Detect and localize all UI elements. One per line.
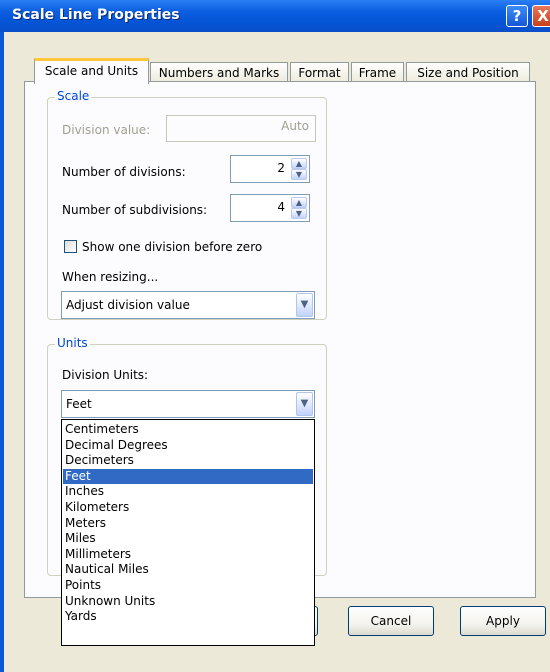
list-item[interactable]: Miles bbox=[63, 531, 313, 547]
number-of-subdivisions-value: 4 bbox=[277, 200, 285, 214]
division-units-dropdown-list[interactable]: Centimeters Decimal Degrees Decimeters F… bbox=[61, 419, 315, 646]
list-item[interactable]: Inches bbox=[63, 484, 313, 500]
number-of-divisions-label: Number of divisions: bbox=[62, 165, 186, 179]
list-item[interactable]: Yards bbox=[63, 609, 313, 625]
division-value-input[interactable]: Auto bbox=[166, 115, 316, 142]
division-units-label: Division Units: bbox=[62, 368, 149, 382]
when-resizing-select[interactable]: Adjust division value ▼ bbox=[61, 291, 315, 319]
list-item[interactable]: Kilometers bbox=[63, 500, 313, 516]
when-resizing-label: When resizing... bbox=[62, 270, 159, 284]
number-of-divisions-value: 2 bbox=[277, 161, 285, 175]
show-one-division-label[interactable]: Show one division before zero bbox=[82, 240, 262, 254]
scale-group-label: Scale bbox=[55, 89, 92, 103]
list-item[interactable]: Unknown Units bbox=[63, 594, 313, 610]
division-value-label: Division value: bbox=[62, 123, 151, 137]
apply-button[interactable]: Apply bbox=[460, 606, 546, 636]
when-resizing-value: Adjust division value bbox=[66, 298, 190, 312]
division-units-select[interactable]: Feet ▼ bbox=[61, 390, 315, 418]
list-item-selected[interactable]: Feet bbox=[63, 468, 313, 485]
divisions-down-icon[interactable]: ▼ bbox=[291, 169, 307, 180]
subdivisions-down-icon[interactable]: ▼ bbox=[291, 208, 307, 219]
window-title: Scale Line Properties bbox=[12, 7, 180, 23]
list-item[interactable]: Nautical Miles bbox=[63, 562, 313, 578]
show-one-division-checkbox[interactable] bbox=[64, 240, 77, 253]
number-of-divisions-stepper[interactable]: 2 ▲ ▼ bbox=[230, 155, 310, 183]
subdivisions-up-icon[interactable]: ▲ bbox=[291, 197, 307, 208]
chevron-down-icon[interactable]: ▼ bbox=[296, 392, 313, 416]
list-item[interactable]: Centimeters bbox=[63, 422, 313, 438]
chevron-down-icon[interactable]: ▼ bbox=[296, 293, 313, 317]
division-units-value: Feet bbox=[66, 397, 92, 411]
number-of-subdivisions-label: Number of subdivisions: bbox=[62, 203, 208, 217]
list-item[interactable]: Decimeters bbox=[63, 453, 313, 469]
divisions-up-icon[interactable]: ▲ bbox=[291, 158, 307, 169]
number-of-subdivisions-stepper[interactable]: 4 ▲ ▼ bbox=[230, 194, 310, 222]
list-item[interactable]: Millimeters bbox=[63, 547, 313, 563]
list-item[interactable]: Meters bbox=[63, 516, 313, 532]
tab-scale-and-units[interactable]: Scale and Units bbox=[34, 58, 149, 84]
units-group-label: Units bbox=[55, 336, 90, 350]
dialog-window: Scale Line Properties ? X Scale and Unit… bbox=[0, 0, 550, 672]
title-bar[interactable]: Scale Line Properties ? X bbox=[0, 0, 550, 32]
cancel-button[interactable]: Cancel bbox=[348, 606, 434, 636]
list-item[interactable]: Points bbox=[63, 578, 313, 594]
close-button[interactable]: X bbox=[532, 5, 550, 27]
list-item[interactable]: Decimal Degrees bbox=[63, 438, 313, 454]
help-button[interactable]: ? bbox=[506, 5, 528, 27]
